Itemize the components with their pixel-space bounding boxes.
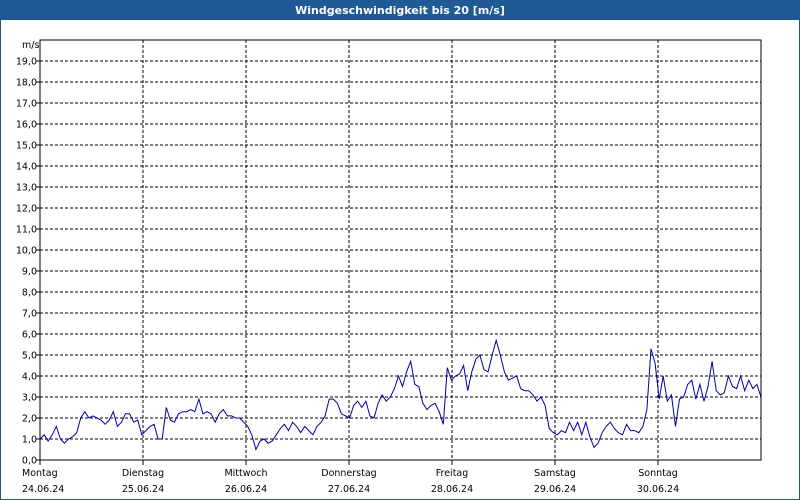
- y-tick-label: 7,0: [22, 309, 37, 320]
- day-date-label: 27.06.24: [328, 484, 370, 495]
- day-name-label: Dienstag: [122, 468, 164, 479]
- y-axis-unit-label: m/s: [22, 40, 39, 51]
- day-date-label: 30.06.24: [637, 484, 679, 495]
- y-tick-label: 11,0: [16, 225, 37, 236]
- y-tick-label: 2,0: [22, 414, 37, 425]
- y-tick-label: 9,0: [22, 267, 37, 278]
- y-tick-label: 15,0: [16, 141, 37, 152]
- day-name-label: Mittwoch: [224, 468, 267, 479]
- day-date-label: 29.06.24: [534, 484, 576, 495]
- wind-speed-series-line: [39, 338, 762, 451]
- day-date-label: 25.06.24: [122, 484, 164, 495]
- y-tick-label: 3,0: [22, 393, 37, 404]
- y-tick-label: 5,0: [22, 351, 37, 362]
- y-tick-label: 12,0: [16, 204, 37, 215]
- day-date-label: 28.06.24: [431, 484, 473, 495]
- day-name-label: Samstag: [534, 468, 576, 479]
- y-tick-label: 10,0: [16, 246, 37, 257]
- y-tick-label: 6,0: [22, 330, 37, 341]
- y-tick-label: 8,0: [22, 288, 37, 299]
- x-axis-ticks: Montag 24.06.24 Dienstag 25.06.24 Mittwoch 26…: [22, 460, 679, 495]
- day-name-label: Montag: [22, 468, 58, 479]
- y-tick-label: 13,0: [16, 183, 37, 194]
- y-tick-label: 0,0: [22, 456, 37, 467]
- y-tick-label: 18,0: [16, 78, 37, 89]
- day-date-label: 24.06.24: [22, 484, 64, 495]
- wind-speed-chart: m/s 0,0 1,0 2,0 3,0 4,0 5,0 6,0 7,0 8,0 9,0 10,0 11…: [16, 39, 762, 495]
- grid-lines: [40, 40, 761, 460]
- day-date-label: 26.06.24: [225, 484, 267, 495]
- day-name-label: Freitag: [436, 468, 469, 479]
- y-tick-label: 19,0: [16, 57, 37, 68]
- y-tick-label: 1,0: [22, 435, 37, 446]
- y-tick-label: 4,0: [22, 372, 37, 383]
- day-name-label: Sonntag: [638, 468, 677, 479]
- y-tick-label: 14,0: [16, 162, 37, 173]
- y-tick-label: 16,0: [16, 120, 37, 131]
- y-axis-ticks: 0,0 1,0 2,0 3,0 4,0 5,0 6,0 7,0 8,0 9,0 10,0 11,0 12…: [16, 57, 40, 467]
- day-name-label: Donnerstag: [321, 468, 376, 479]
- y-tick-label: 17,0: [16, 99, 37, 110]
